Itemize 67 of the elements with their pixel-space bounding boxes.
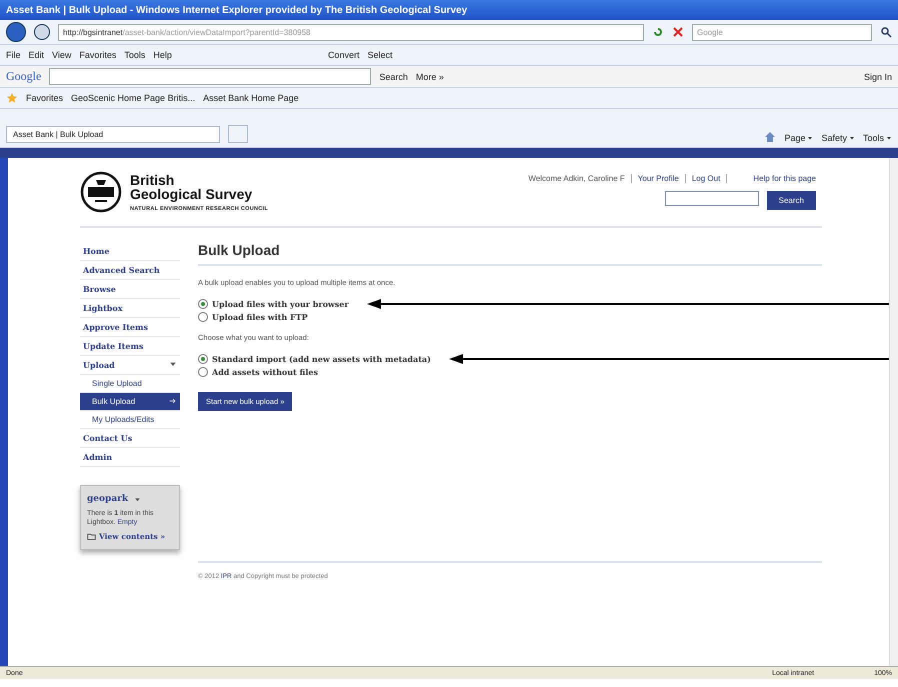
folder-icon: [87, 532, 96, 541]
menu-item[interactable]: File: [6, 50, 21, 60]
organization-name: Geological Survey: [130, 186, 254, 200]
help-link[interactable]: Help for this page: [753, 174, 816, 183]
sidebar-item[interactable]: Approve Items: [80, 318, 180, 337]
caret-icon: [848, 135, 855, 141]
arrow-icon: [169, 397, 177, 405]
star-icon: [6, 92, 18, 104]
organization-name: British: [130, 172, 176, 186]
scrollbar[interactable]: [889, 158, 898, 666]
address-field[interactable]: http://bgsintranet/asset-bank/action/viewDataImport?parentId=380958: [58, 24, 644, 40]
menu-item[interactable]: Favorites: [79, 50, 116, 60]
caret-icon: [807, 135, 814, 141]
window-title: Asset Bank | Bulk Upload - Windows Internet Explorer provided by The British Geological Survey: [0, 0, 898, 20]
more-button[interactable]: More »: [416, 72, 444, 82]
menu-item[interactable]: Help: [153, 50, 172, 60]
radio-button[interactable]: [198, 312, 208, 322]
caret-icon: [886, 135, 892, 141]
radio-label: Upload files with FTP: [212, 312, 308, 322]
header-link[interactable]: Your Profile: [638, 174, 679, 183]
caret-icon: [134, 496, 142, 502]
radio-button[interactable]: [198, 366, 208, 376]
sidebar-item[interactable]: Bulk Upload: [80, 393, 180, 411]
sidebar-item[interactable]: Home: [80, 242, 180, 261]
sidebar-item[interactable]: Update Items: [80, 337, 180, 356]
forward-button[interactable]: [34, 24, 50, 40]
favorite-link[interactable]: GeoScenic Home Page Britis...: [71, 93, 196, 103]
radio-label: Standard import (add new assets with metadata): [212, 354, 431, 364]
back-button[interactable]: [6, 22, 26, 42]
header-link[interactable]: Log Out: [692, 174, 720, 183]
radio-label: Add assets without files: [212, 366, 318, 376]
sidebar-item[interactable]: Contact Us: [80, 429, 180, 448]
lightbox-name[interactable]: geopark: [87, 494, 173, 504]
favorites-button[interactable]: Favorites: [26, 93, 64, 103]
favorite-link[interactable]: Asset Bank Home Page: [203, 93, 299, 103]
google-logo: Google: [6, 69, 42, 84]
sidebar-item[interactable]: My Uploads/Edits: [80, 411, 180, 429]
radio-button[interactable]: [198, 298, 208, 308]
toolbar-button[interactable]: Convert: [328, 50, 360, 60]
sign-in-button[interactable]: Sign In: [864, 72, 892, 82]
caret-icon: [169, 360, 177, 368]
home-icon[interactable]: [764, 131, 776, 143]
command-button[interactable]: Safety: [821, 133, 855, 143]
command-button[interactable]: Tools: [862, 133, 892, 143]
logo-icon: [80, 171, 122, 213]
search-icon[interactable]: [880, 26, 892, 38]
menu-item[interactable]: Edit: [28, 50, 44, 60]
browser-tab[interactable]: Asset Bank | Bulk Upload: [6, 126, 220, 143]
radio-label: Upload files with your browser: [212, 298, 349, 308]
close-icon[interactable]: [672, 26, 684, 38]
sidebar-item[interactable]: Lightbox: [80, 299, 180, 318]
sidebar-item[interactable]: Upload: [80, 356, 180, 375]
search-field[interactable]: [49, 68, 372, 85]
search-button[interactable]: Search: [766, 191, 816, 210]
menu-item[interactable]: View: [52, 50, 72, 60]
radio-button[interactable]: [198, 354, 208, 364]
sidebar-item[interactable]: Browse: [80, 280, 180, 299]
refresh-icon[interactable]: [652, 26, 664, 38]
search-field[interactable]: [664, 191, 759, 206]
search-button[interactable]: Search: [379, 72, 408, 82]
welcome-text: Welcome Adkin, Caroline F: [528, 174, 625, 183]
page-title: Bulk Upload: [198, 242, 822, 266]
sidebar-item[interactable]: Admin: [80, 448, 180, 467]
sidebar-item[interactable]: Advanced Search: [80, 261, 180, 280]
menu-item[interactable]: Tools: [124, 50, 146, 60]
toolbar-button[interactable]: Select: [367, 50, 392, 60]
command-button[interactable]: Page: [784, 133, 814, 143]
